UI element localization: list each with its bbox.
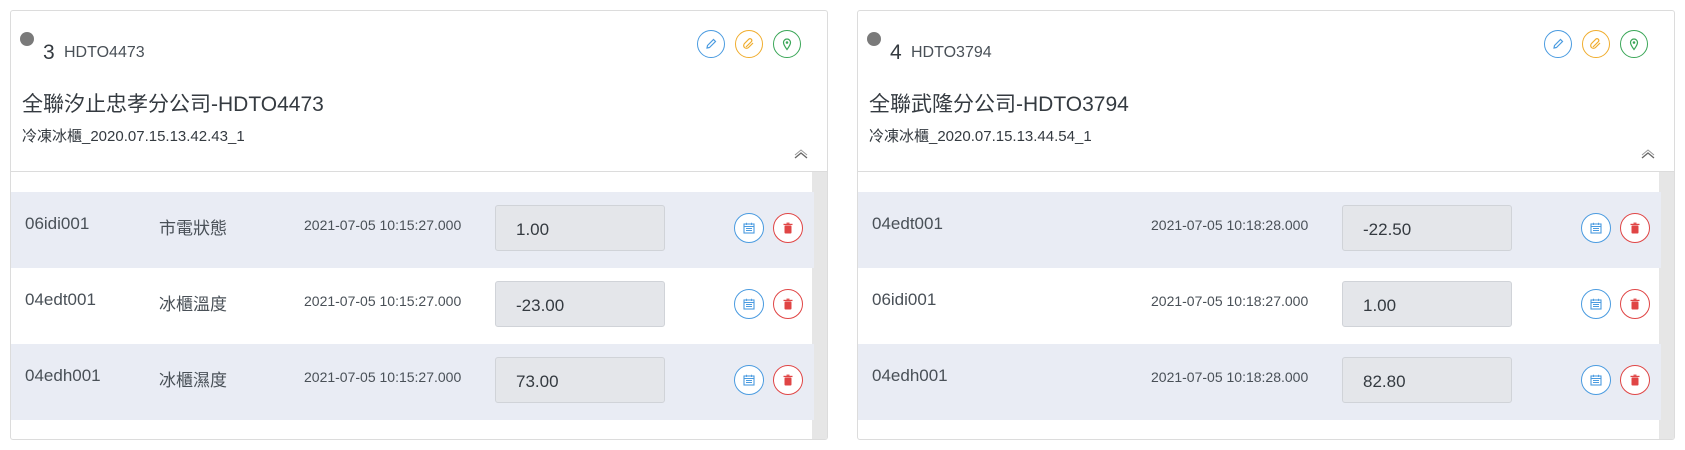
chevron-up-icon[interactable] [1640,149,1656,161]
sensor-value: 73.00 [495,357,665,403]
trash-icon [783,222,793,234]
delete-button[interactable] [773,365,803,395]
sensor-time: 2021-07-05 10:15:27.000 [304,217,462,233]
sensor-code: 06idi001 [872,290,937,309]
card-number: 4 [890,41,902,64]
sensor-label: 冰櫃溫度 [159,295,227,314]
calendar-button[interactable] [734,213,764,243]
chevron-up-icon[interactable] [793,149,809,161]
status-dot [867,32,881,46]
device-card: 4 HDTO3794 全聯武隆分公司-HDTO3794 冷凍冰櫃_2020.07… [857,10,1675,440]
pencil-icon [1553,38,1564,49]
trash-icon [1630,298,1640,310]
card-body: 06idi001 市電狀態 2021-07-05 10:15:27.000 1.… [11,172,827,439]
sensor-value: 1.00 [1342,281,1512,327]
sensor-value: 82.80 [1342,357,1512,403]
card-header: 3 HDTO4473 全聯汐止忠孝分公司-HDTO4473 冷凍冰櫃_2020.… [11,11,827,172]
delete-button[interactable] [1620,213,1650,243]
delete-button[interactable] [773,213,803,243]
table-row: 04edt001 冰櫃溫度 2021-07-05 10:15:27.000 -2… [11,268,814,344]
sensor-time: 2021-07-05 10:18:27.000 [1151,293,1309,309]
location-button[interactable] [773,30,801,58]
sensor-code: 04edh001 [872,366,948,385]
calendar-icon [743,298,755,310]
sensor-time: 2021-07-05 10:15:27.000 [304,293,462,309]
calendar-icon [743,374,755,386]
device-sub-name: 冷凍冰櫃_2020.07.15.13.44.54_1 [869,128,1092,145]
calendar-button[interactable] [734,365,764,395]
calendar-button[interactable] [734,289,764,319]
device-code: HDTO3794 [911,44,992,61]
tag-icon [743,38,754,49]
scrollbar[interactable] [1659,172,1674,439]
sensor-value: 1.00 [495,205,665,251]
trash-icon [1630,222,1640,234]
edit-button[interactable] [697,30,725,58]
sensor-time: 2021-07-05 10:15:27.000 [304,369,462,385]
trash-icon [783,374,793,386]
tag-button[interactable] [735,30,763,58]
calendar-button[interactable] [1581,213,1611,243]
calendar-button[interactable] [1581,365,1611,395]
trash-icon [1630,374,1640,386]
sensor-time: 2021-07-05 10:18:28.000 [1151,369,1309,385]
delete-button[interactable] [1620,365,1650,395]
card-header: 4 HDTO3794 全聯武隆分公司-HDTO3794 冷凍冰櫃_2020.07… [858,11,1674,172]
device-code: HDTO4473 [64,44,145,61]
tag-button[interactable] [1582,30,1610,58]
sensor-time: 2021-07-05 10:18:28.000 [1151,217,1309,233]
sensor-label: 市電狀態 [159,219,227,238]
sensor-code: 06idi001 [25,214,90,233]
calendar-icon [1590,374,1602,386]
table-row: 06idi001 2021-07-05 10:18:27.000 1.00 [858,268,1661,344]
pencil-icon [706,38,717,49]
sensor-value: -23.00 [495,281,665,327]
card-body: 04edt001 2021-07-05 10:18:28.000 -22.50 … [858,172,1674,439]
table-row: 06idi001 市電狀態 2021-07-05 10:15:27.000 1.… [11,192,814,268]
table-row: 04edh001 冰櫃濕度 2021-07-05 10:15:27.000 73… [11,344,814,420]
tag-icon [1590,38,1601,49]
sensor-value: -22.50 [1342,205,1512,251]
device-sub-name: 冷凍冰櫃_2020.07.15.13.42.43_1 [22,128,245,145]
trash-icon [783,298,793,310]
table-row: 04edt001 2021-07-05 10:18:28.000 -22.50 [858,192,1661,268]
sensor-code: 04edt001 [25,290,96,309]
sensor-code: 04edh001 [25,366,101,385]
map-pin-icon [1629,38,1639,51]
delete-button[interactable] [1620,289,1650,319]
scrollbar[interactable] [812,172,827,439]
device-card: 3 HDTO4473 全聯汐止忠孝分公司-HDTO4473 冷凍冰櫃_2020.… [10,10,828,440]
status-dot [20,32,34,46]
location-button[interactable] [1620,30,1648,58]
calendar-icon [743,222,755,234]
map-pin-icon [782,38,792,51]
store-name: 全聯汐止忠孝分公司-HDTO4473 [22,93,324,116]
delete-button[interactable] [773,289,803,319]
edit-button[interactable] [1544,30,1572,58]
sensor-label: 冰櫃濕度 [159,371,227,390]
calendar-icon [1590,222,1602,234]
calendar-icon [1590,298,1602,310]
calendar-button[interactable] [1581,289,1611,319]
store-name: 全聯武隆分公司-HDTO3794 [869,93,1129,116]
table-row: 04edh001 2021-07-05 10:18:28.000 82.80 [858,344,1661,420]
card-number: 3 [43,41,55,64]
sensor-code: 04edt001 [872,214,943,233]
